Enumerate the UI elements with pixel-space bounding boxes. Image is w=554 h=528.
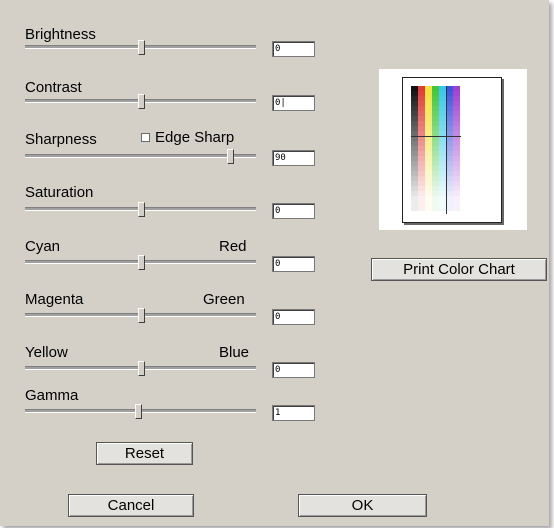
color-chart-swatch [446,206,453,211]
color-chart-swatch [411,206,418,211]
color-chart-preview [379,69,527,230]
saturation-slider-thumb[interactable] [138,202,145,217]
yellow-blue-slider-thumb[interactable] [138,361,145,376]
magenta-label: Magenta [25,291,84,308]
contrast-label: Contrast [25,79,82,96]
color-chart-paper [402,77,502,223]
green-label: Green [203,291,245,308]
contrast-slider-thumb[interactable] [138,94,145,109]
magenta-green-value-field[interactable] [272,309,315,325]
color-chart-swatch [432,206,439,211]
color-chart-column [446,86,453,211]
sharpness-label: Sharpness [25,131,97,148]
yellow-blue-value-field[interactable] [272,362,315,378]
brightness-label: Brightness [25,26,96,43]
cyan-red-value-field[interactable] [272,256,315,272]
cyan-label: Cyan [25,238,61,255]
saturation-value-field[interactable] [272,203,315,219]
color-adjust-dialog: Brightness Contrast Sharpness Edge Sharp… [0,0,549,526]
color-chart-swatch [453,206,460,211]
chart-center-line [446,86,447,214]
cyan-red-slider-thumb[interactable] [138,255,145,270]
ok-button[interactable]: OK [298,494,427,517]
color-chart-column [453,86,460,211]
magenta-green-slider[interactable] [25,308,256,323]
saturation-label: Saturation [25,184,94,201]
magenta-green-slider-thumb[interactable] [138,308,145,323]
brightness-slider[interactable] [25,40,256,55]
gamma-value-field[interactable] [272,405,315,421]
yellow-blue-slider[interactable] [25,361,256,376]
brightness-slider-thumb[interactable] [138,40,145,55]
color-chart-column [432,86,439,211]
yellow-label: Yellow [25,344,68,361]
color-chart-column [425,86,432,211]
contrast-value-field[interactable] [272,95,315,111]
edge-sharp-label[interactable]: Edge Sharp [155,129,234,146]
edge-sharp-checkbox[interactable] [141,133,150,142]
color-chart-swatch [425,206,432,211]
color-chart-column [411,86,418,211]
blue-label: Blue [219,344,250,361]
cancel-button[interactable]: Cancel [68,494,194,517]
gamma-slider-thumb[interactable] [135,404,142,419]
contrast-slider[interactable] [25,94,256,109]
sharpness-slider-thumb[interactable] [227,149,234,164]
color-chart-column [418,86,425,211]
gamma-slider[interactable] [25,404,256,419]
sharpness-slider[interactable] [25,149,256,164]
color-chart-swatch [439,206,446,211]
reset-button[interactable]: Reset [96,442,193,465]
sharpness-value-field[interactable] [272,150,315,166]
brightness-value-field[interactable] [272,41,315,57]
red-label: Red [219,238,247,255]
gamma-label: Gamma [25,387,79,404]
cyan-red-slider[interactable] [25,255,256,270]
chart-divider-line [411,136,461,137]
saturation-slider[interactable] [25,202,256,217]
print-color-chart-button[interactable]: Print Color Chart [371,258,547,281]
color-chart-swatch [418,206,425,211]
color-chart-column [439,86,446,211]
color-chart-grid [411,86,460,211]
